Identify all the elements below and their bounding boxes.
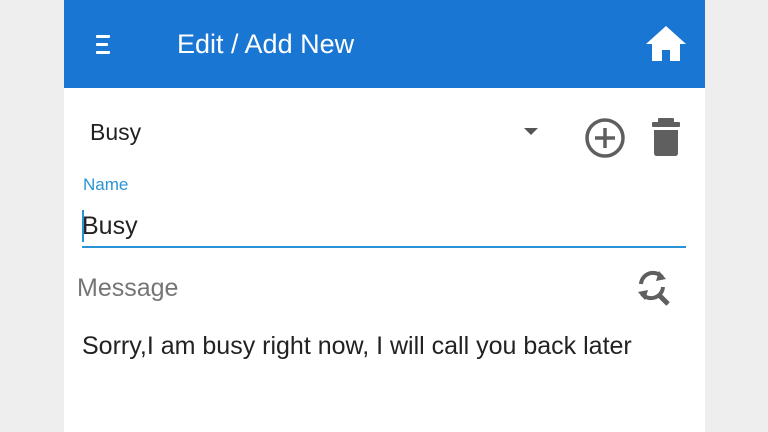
template-dropdown-value: Busy [90,119,142,145]
app-bar: Edit / Add New [64,0,705,88]
menu-icon-line [96,35,110,38]
delete-template-button[interactable] [648,115,686,161]
chevron-down-icon [524,128,538,135]
add-circle-icon [585,118,625,158]
template-dropdown[interactable]: Busy [74,110,544,154]
name-field-label: Name [83,175,129,194]
menu-icon-line [96,51,110,54]
app-screen: Edit / Add New Busy Name Message [64,0,705,432]
message-input[interactable]: Sorry,I am busy right now, I will call y… [82,330,682,363]
home-icon [646,26,686,61]
trash-icon [652,118,680,156]
name-input[interactable] [82,206,686,248]
message-field-label: Message [77,274,179,302]
menu-button[interactable] [90,30,116,58]
add-template-button[interactable] [582,115,628,161]
refresh-message-button[interactable] [634,266,676,308]
refresh-search-icon [638,270,670,306]
home-button[interactable] [644,24,688,64]
page-title: Edit / Add New [177,29,355,59]
menu-icon-line [96,43,108,46]
text-cursor [82,210,84,242]
